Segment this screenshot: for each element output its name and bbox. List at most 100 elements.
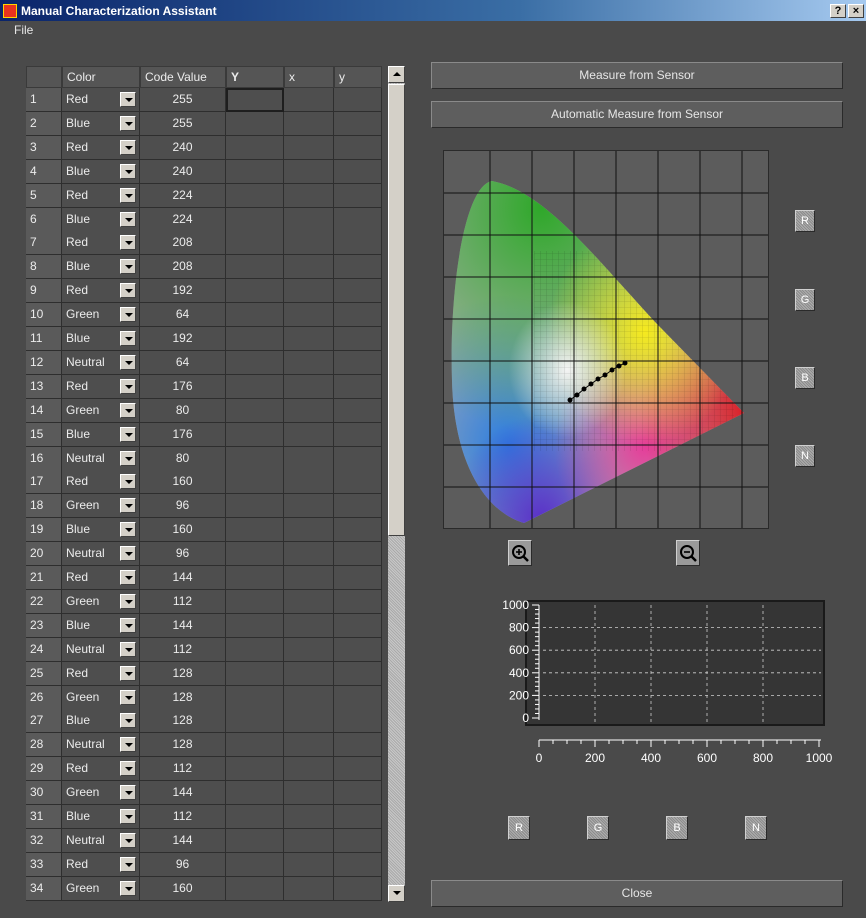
diagram-button-n[interactable]: N	[795, 445, 815, 467]
cell-y[interactable]	[334, 757, 382, 782]
cell-Y[interactable]	[226, 88, 284, 112]
table-row[interactable]: 3 Red 240	[26, 135, 382, 160]
color-select[interactable]: Green	[62, 398, 140, 423]
table-row[interactable]: 2 Blue 255	[26, 111, 382, 136]
color-select[interactable]: Green	[62, 589, 140, 614]
color-select[interactable]: Red	[62, 661, 140, 686]
cell-Y[interactable]	[226, 589, 284, 614]
cell-Y[interactable]	[226, 685, 284, 710]
chevron-down-icon[interactable]	[120, 307, 136, 323]
table-row[interactable]: 13 Red 176	[26, 374, 382, 399]
color-select[interactable]: Green	[62, 685, 140, 710]
cell-x[interactable]	[284, 876, 334, 901]
cell-Y[interactable]	[226, 805, 284, 829]
cell-x[interactable]	[284, 828, 334, 853]
table-row[interactable]: 20 Neutral 96	[26, 542, 382, 567]
color-select[interactable]: Red	[62, 470, 140, 495]
header-color[interactable]: Color	[62, 66, 140, 88]
color-select[interactable]: Red	[62, 183, 140, 208]
cell-Y[interactable]	[226, 828, 284, 853]
color-select[interactable]: Blue	[62, 159, 140, 184]
chevron-down-icon[interactable]	[120, 426, 136, 442]
cell-y[interactable]	[334, 661, 382, 686]
cell-Y[interactable]	[226, 111, 284, 136]
header-y[interactable]: y	[334, 66, 382, 88]
chevron-down-icon[interactable]	[120, 187, 136, 203]
table-row[interactable]: 19 Blue 160	[26, 518, 382, 543]
cell-Y[interactable]	[226, 613, 284, 638]
cell-Y[interactable]	[226, 876, 284, 901]
cell-y[interactable]	[334, 805, 382, 829]
color-select[interactable]: Green	[62, 303, 140, 328]
cell-Y[interactable]	[226, 470, 284, 495]
color-select[interactable]: Red	[62, 757, 140, 782]
cell-y[interactable]	[334, 183, 382, 208]
header-code-value[interactable]: Code Value	[140, 66, 226, 88]
cell-Y[interactable]	[226, 327, 284, 351]
cell-y[interactable]	[334, 279, 382, 304]
table-row[interactable]: 23 Blue 144	[26, 613, 382, 638]
cell-x[interactable]	[284, 422, 334, 447]
color-select[interactable]: Blue	[62, 613, 140, 638]
table-row[interactable]: 24 Neutral 112	[26, 637, 382, 662]
header-Y[interactable]: Y	[226, 66, 284, 88]
color-select[interactable]: Neutral	[62, 733, 140, 758]
cell-Y[interactable]	[226, 374, 284, 399]
scroll-up-icon[interactable]	[388, 66, 405, 83]
table-row[interactable]: 27 Blue 128	[26, 709, 382, 734]
cell-Y[interactable]	[226, 398, 284, 423]
table-row[interactable]: 31 Blue 112	[26, 805, 382, 829]
table-row[interactable]: 25 Red 128	[26, 661, 382, 686]
cell-x[interactable]	[284, 494, 334, 519]
cell-x[interactable]	[284, 159, 334, 184]
chevron-down-icon[interactable]	[120, 832, 136, 848]
chevron-down-icon[interactable]	[120, 378, 136, 394]
cell-Y[interactable]	[226, 733, 284, 758]
cell-Y[interactable]	[226, 518, 284, 543]
color-select[interactable]: Red	[62, 279, 140, 304]
table-row[interactable]: 12 Neutral 64	[26, 350, 382, 375]
color-select[interactable]: Red	[62, 374, 140, 399]
table-row[interactable]: 32 Neutral 144	[26, 828, 382, 853]
color-select[interactable]: Blue	[62, 805, 140, 829]
header-x[interactable]: x	[284, 66, 334, 88]
cell-y[interactable]	[334, 446, 382, 471]
cell-x[interactable]	[284, 255, 334, 280]
cell-Y[interactable]	[226, 661, 284, 686]
color-select[interactable]: Red	[62, 566, 140, 590]
cell-y[interactable]	[334, 876, 382, 901]
color-select[interactable]: Green	[62, 494, 140, 519]
chevron-down-icon[interactable]	[120, 115, 136, 131]
cell-x[interactable]	[284, 135, 334, 160]
cell-y[interactable]	[334, 159, 382, 184]
cell-y[interactable]	[334, 781, 382, 806]
cell-Y[interactable]	[226, 350, 284, 375]
diagram-button-g[interactable]: G	[795, 289, 815, 311]
plot-button-r[interactable]: R	[508, 816, 530, 840]
cell-Y[interactable]	[226, 781, 284, 806]
cell-x[interactable]	[284, 350, 334, 375]
chevron-down-icon[interactable]	[120, 402, 136, 418]
cell-y[interactable]	[334, 374, 382, 399]
cell-Y[interactable]	[226, 159, 284, 184]
cell-y[interactable]	[334, 207, 382, 232]
color-select[interactable]: Green	[62, 781, 140, 806]
color-select[interactable]: Neutral	[62, 446, 140, 471]
cell-Y[interactable]	[226, 231, 284, 256]
chevron-down-icon[interactable]	[120, 92, 136, 107]
chevron-down-icon[interactable]	[120, 163, 136, 179]
table-row[interactable]: 22 Green 112	[26, 589, 382, 614]
table-row[interactable]: 11 Blue 192	[26, 327, 382, 351]
color-select[interactable]: Neutral	[62, 828, 140, 853]
cell-Y[interactable]	[226, 303, 284, 328]
chevron-down-icon[interactable]	[120, 856, 136, 872]
cell-Y[interactable]	[226, 183, 284, 208]
plot-button-g[interactable]: G	[587, 816, 609, 840]
cell-Y[interactable]	[226, 135, 284, 160]
table-row[interactable]: 15 Blue 176	[26, 422, 382, 447]
scroll-down-icon[interactable]	[388, 885, 405, 902]
cell-Y[interactable]	[226, 542, 284, 567]
cell-Y[interactable]	[226, 709, 284, 734]
cell-x[interactable]	[284, 805, 334, 829]
chevron-down-icon[interactable]	[120, 522, 136, 538]
